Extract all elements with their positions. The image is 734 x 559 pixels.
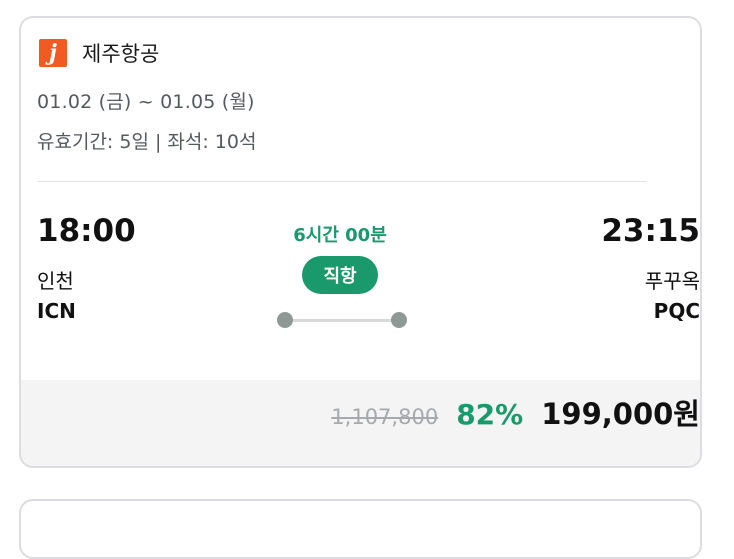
arrival-city: 푸꾸옥 [644,269,700,293]
arrival-time: 23:15 [601,213,700,249]
discount-rate: 82% [456,398,524,431]
airline-logo-icon: j [39,39,67,67]
departure-airport-code: ICN [37,299,76,323]
original-price: 1,107,800 [331,405,439,429]
final-price: 199,000원 [541,397,700,431]
arrival-airport-code: PQC [653,299,700,323]
route-track [285,319,399,322]
destination-dot-icon [391,312,407,328]
airline-name: 제주항공 [82,42,160,66]
divider [37,181,647,182]
airline-row: j 제주항공 [39,39,159,67]
trip-dates: 01.02 (금) ~ 01.05 (월) [37,91,255,113]
departure-city: 인천 [37,269,74,293]
departure-time: 18:00 [37,213,136,249]
route-line [277,310,407,330]
validity-and-seats: 유효기간: 5일 | 좌석: 10석 [37,131,257,153]
direct-flight-badge: 직항 [302,256,378,294]
flight-duration: 6시간 00분 [293,225,387,246]
next-flight-card[interactable] [19,499,702,559]
origin-dot-icon [277,312,293,328]
price-row: 1,107,800 82% 199,000원 [331,391,700,433]
